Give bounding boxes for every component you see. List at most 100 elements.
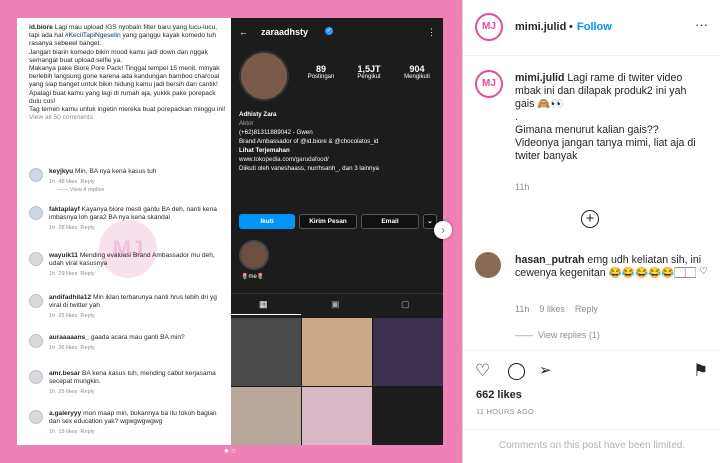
next-slide-button[interactable]: › (434, 221, 452, 239)
comment-likes: 36 likes (58, 345, 78, 352)
profile-username: zaraadhsty (261, 27, 309, 37)
like-count[interactable]: 662 likes (476, 389, 522, 401)
comment-user: andifadhila12 (49, 294, 92, 301)
commenter-avatar[interactable] (475, 252, 501, 278)
active-tab-indicator (231, 314, 301, 315)
post-timestamp[interactable]: 11 HOURS AGO (476, 407, 534, 416)
caption-author: id.biore (29, 24, 53, 31)
message-button: Kirim Pesan (299, 214, 357, 229)
comment-username[interactable]: hasan_putrah (515, 254, 584, 266)
caption-text-3: Jangan biarin komedo bikin mood kamu jad… (29, 48, 208, 64)
post-media: id.biore Lagi mau upload IGS nyobain fil… (0, 0, 462, 463)
comment-user: auraaaaans_ (49, 334, 89, 341)
comments-limited-notice: Comments on this post have been limited. (463, 429, 720, 463)
caption-dot: . (515, 111, 518, 123)
comment-time: 1h (49, 313, 56, 320)
profile-header: ← zaraadhsty ✓ ⋮ (239, 27, 436, 37)
comment-likes: 48 likes (58, 179, 78, 186)
comment-user: wayuik11 (49, 252, 78, 259)
story-highlight (239, 240, 269, 270)
profile-link: www.tokopedia.com/garudafood/ (239, 156, 329, 163)
avatar (29, 410, 43, 424)
comment-reply: Reply (80, 271, 95, 278)
profile-tabs: ▦ ▣ ▢ (231, 293, 443, 315)
heart-icon[interactable]: ♡ (475, 361, 490, 381)
comment-meta: 1h 25 likes Reply (49, 388, 221, 396)
profile-bio: Adhisty Zara Aktor (+62)81311889042 - Gw… (239, 110, 439, 173)
follow-link[interactable]: Follow (577, 21, 612, 33)
view-replies-link: —— View 4 replies (57, 187, 105, 193)
caption-username[interactable]: mimi.julid (515, 72, 564, 84)
profile-followed-by: Diikuti oleh vaneshaass, nurrhsanh_, dan… (239, 165, 379, 172)
account-username[interactable]: mimi.julid (515, 21, 566, 33)
profile-bio-line: Brand Ambassador of @id.biore & @chocola… (239, 138, 379, 145)
caption-text-4: Makanya pake Biore Pore Pack! Tinggal te… (29, 65, 220, 89)
caption-time: 11h (515, 182, 530, 192)
igtv-icon: ▣ (331, 299, 340, 309)
post-sidebar: MJ mimi.julid • Follow ··· MJ mimi.julid… (462, 0, 720, 463)
comment-user: a.galeryyy (49, 410, 82, 417)
comment-icon[interactable]: ◯ (507, 361, 526, 381)
view-all-comments: View all 50 comments (29, 114, 94, 122)
grid-photo (373, 318, 443, 386)
caption-text-6: Tag temen kamu untuk ingetin mereka buat… (29, 106, 226, 114)
back-arrow-icon: ← (239, 27, 248, 37)
avatar (29, 370, 43, 384)
kebab-menu-icon: ⋮ (427, 27, 436, 37)
grid-photo (302, 387, 372, 445)
comment-meta: 11h 9 likes Reply (515, 304, 598, 314)
highlight-label-text: me (248, 274, 257, 280)
tagged-icon: ▢ (401, 299, 410, 309)
like-comment-heart-icon[interactable]: ♡ (699, 266, 708, 277)
profile-translate: Lihat Terjemahan (239, 147, 290, 154)
comment-time: 11h (515, 304, 530, 314)
caption-text-5: Apalagi buat kamu yang lagi di rumah aja… (29, 89, 216, 105)
carousel-dots: ●○ (224, 446, 238, 455)
comment-body: wayuik11 Mending evaluasi Brand Ambassad… (49, 252, 221, 279)
more-options-icon[interactable]: ··· (695, 17, 708, 32)
comment-body: keyjkyu Min, BA nya kena kasus tuh 1h 48… (49, 168, 221, 186)
stat-followers: 1,5JT Pengikut (347, 64, 391, 80)
comment-text: gaada acara mau ganti BA min? (90, 334, 185, 341)
caption-hashtag: #KecilTapiNgeselin (64, 32, 121, 40)
view-replies-text: View 4 replies (69, 187, 105, 193)
comment-likes: 28 likes (58, 225, 78, 232)
follow-button: Ikuti (239, 214, 295, 229)
view-replies-label: View replies (1) (538, 330, 600, 340)
comment-reply: Reply (80, 225, 95, 232)
avatar (29, 334, 43, 348)
load-more-comments-icon[interactable]: + (581, 210, 599, 228)
comment-reply: Reply (80, 313, 95, 320)
comment-likes: 25 likes (58, 389, 78, 396)
stat-followers-value: 1,5JT (357, 64, 381, 74)
profile-name: Adhisty Zara (239, 111, 277, 118)
comment-body: andifadhila12 Min iklan terbarunya nanti… (49, 294, 221, 321)
account-avatar[interactable]: MJ (475, 13, 503, 41)
instagram-post-window: id.biore Lagi mau upload IGS nyobain fil… (0, 0, 720, 463)
profile-avatar (239, 51, 289, 101)
comment-text: hasan_putrah emg udh keliatan sih, ini c… (515, 254, 705, 280)
comment-screenshot-panel: id.biore Lagi mau upload IGS nyobain fil… (17, 18, 230, 445)
media-collage: id.biore Lagi mau upload IGS nyobain fil… (17, 18, 443, 445)
share-icon[interactable]: ➢ (539, 361, 552, 379)
comment-user: amr.besar (49, 370, 81, 377)
caption-body-2: Gimana menurut kalian gais?? Videonya ja… (515, 124, 696, 162)
caption-avatar[interactable]: MJ (475, 70, 503, 98)
bookmark-icon[interactable]: ⚑ (693, 361, 708, 381)
grid-photo (231, 387, 301, 445)
view-replies-button[interactable]: —— View replies (1) (515, 330, 600, 340)
stat-following-label: Mengikuti (404, 74, 430, 80)
comment-user: faktaplayf (49, 206, 80, 213)
grid-icon: ▦ (259, 299, 268, 309)
story-highlight-label: 🌷me🌷 (241, 274, 265, 280)
comment-time: 1h (49, 429, 56, 436)
comment-reply-button[interactable]: Reply (575, 304, 598, 314)
comment-reply: Reply (80, 179, 95, 186)
comment-reply: Reply (80, 345, 95, 352)
profile-buttons: Ikuti Kirim Pesan Email ⌄ (239, 214, 439, 230)
comment-likes[interactable]: 9 likes (539, 304, 565, 314)
grid-photo (302, 318, 372, 386)
comment-reply: Reply (80, 429, 95, 436)
comment-time: 1h (49, 179, 56, 186)
stat-following-value: 904 (409, 64, 425, 74)
